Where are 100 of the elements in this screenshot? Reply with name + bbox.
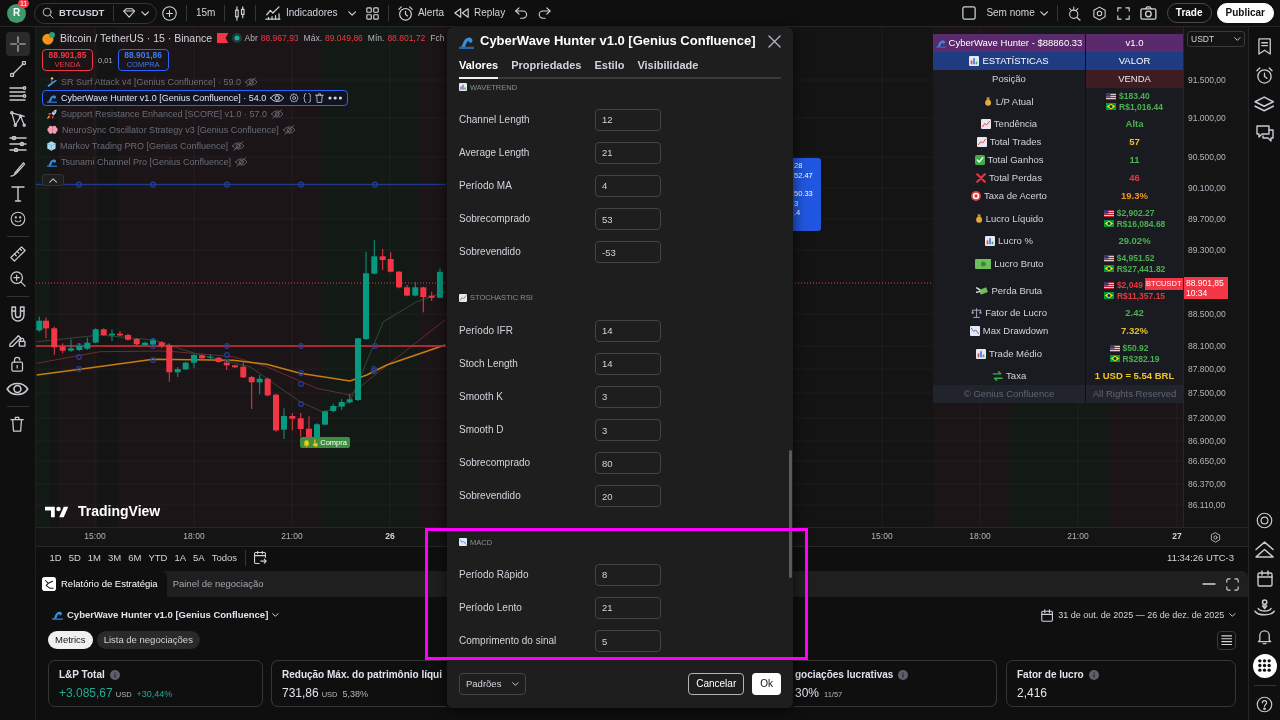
broadcast-icon[interactable] [1253, 599, 1276, 616]
replay-button[interactable]: Replay [449, 2, 511, 24]
rewind-icon[interactable] [454, 8, 470, 18]
caret-icon[interactable] [512, 682, 519, 686]
quick-search-icon[interactable] [1067, 5, 1083, 21]
price-label: 86.900,00 [1188, 435, 1226, 447]
settings-icon[interactable] [1092, 5, 1108, 21]
lock-icon[interactable] [11, 355, 24, 372]
text-tool-icon[interactable] [10, 185, 25, 202]
calendar-icon[interactable] [1041, 608, 1054, 622]
undo-icon[interactable] [515, 7, 528, 19]
price-label: 90.100,00 [1188, 182, 1226, 194]
price-label: 86.650,00 [1188, 455, 1226, 467]
date-range-select[interactable]: 31 de out. de 2025 — 26 de dez. de 2025 [1041, 608, 1236, 622]
maximize-icon[interactable] [1226, 577, 1239, 591]
range-button[interactable]: 6M [124, 549, 145, 567]
price-label: 89.700,00 [1188, 213, 1226, 225]
chart-down-icon [459, 538, 467, 547]
chat-icon[interactable] [1255, 125, 1274, 142]
info-icon[interactable] [898, 670, 909, 680]
alert-button[interactable]: Alerta [392, 2, 450, 24]
interval-button[interactable]: 15m [191, 2, 221, 24]
time-label: 15:00 [84, 531, 106, 542]
metric-title: L&P Total [59, 669, 105, 681]
stacked-triangles-icon[interactable] [1254, 541, 1275, 558]
ring-icon[interactable] [1256, 512, 1273, 529]
symbol-search-button[interactable]: BTCUSDT [37, 3, 110, 23]
layers-icon[interactable] [1254, 96, 1275, 113]
trash-icon[interactable] [10, 415, 25, 432]
countdown: 10:34 [1186, 288, 1209, 298]
calendar-arrow-icon[interactable] [253, 551, 268, 565]
minimize-icon[interactable] [1202, 582, 1216, 586]
camera-icon[interactable] [1140, 6, 1157, 20]
strategy-report-icon[interactable] [42, 577, 56, 591]
metric-value: +3.085,67 [59, 686, 113, 701]
watchlist-icon[interactable] [1257, 38, 1272, 55]
panel-tab[interactable]: Painel de negociação [166, 571, 273, 597]
range-button[interactable]: Todos [208, 549, 241, 567]
list-view-button[interactable] [1217, 630, 1236, 650]
alarm-clock-icon[interactable] [397, 5, 413, 21]
metric-title: Redução Máx. do patrimônio líqui [282, 669, 442, 681]
info-icon[interactable] [1088, 670, 1099, 680]
plus-circle-icon[interactable] [162, 5, 177, 21]
caret-icon[interactable] [347, 10, 356, 16]
caret-icon[interactable] [1039, 10, 1049, 16]
price-label: 91.000,00 [1188, 112, 1226, 124]
time-label: 18:00 [183, 531, 205, 542]
number-field[interactable]: 21 [595, 596, 661, 619]
trade-button[interactable]: Trade [1166, 3, 1212, 23]
calendar-icon[interactable] [1256, 570, 1273, 587]
redo-icon[interactable] [538, 7, 551, 19]
view-tab[interactable]: Lista de negociações [96, 631, 200, 649]
range-button[interactable]: 5A [189, 549, 209, 567]
grid-icon[interactable] [365, 6, 379, 20]
caret-icon[interactable] [1234, 37, 1241, 41]
currency-select[interactable]: USDT [1187, 31, 1245, 47]
indicators-button[interactable]: Indicadores [260, 2, 343, 24]
field-label: Período Lento [459, 601, 523, 614]
time-label: 26 [385, 531, 395, 542]
gem-icon[interactable] [123, 8, 136, 18]
metric-title: gociações lucrativas [795, 669, 894, 681]
side-panel-button[interactable] [1252, 653, 1277, 678]
alarm-clock-icon[interactable] [1256, 67, 1273, 84]
bell-icon[interactable] [1256, 628, 1273, 645]
panel-tab[interactable]: Relatório de Estratégia [36, 571, 167, 597]
list-icon[interactable] [1220, 635, 1233, 645]
search-icon[interactable] [42, 7, 54, 19]
candles-icon[interactable] [234, 5, 247, 21]
caret-icon[interactable] [272, 613, 279, 617]
range-button[interactable]: 5D [65, 549, 85, 567]
square-icon[interactable] [962, 6, 977, 20]
fullscreen-icon[interactable] [1117, 6, 1131, 20]
strategy-select[interactable]: CyberWave Hunter v1.0 [Genius Confluence] [48, 609, 283, 621]
publish-button[interactable]: Publicar [1216, 3, 1274, 23]
price-label: 87.500,00 [1188, 387, 1226, 399]
range-button[interactable]: YTD [144, 549, 171, 567]
time-label: 15:00 [871, 531, 893, 542]
chart-line-icon[interactable] [265, 6, 281, 20]
range-button[interactable]: 3M [104, 549, 125, 567]
time-label: 27 [1172, 531, 1182, 542]
caret-icon[interactable] [1229, 613, 1236, 617]
magnet-icon[interactable] [10, 305, 25, 322]
wave-icon[interactable] [52, 609, 63, 621]
dots-grid-icon[interactable] [1258, 659, 1271, 672]
metric-change: 5,38% [342, 689, 369, 700]
cancel-button[interactable]: Cancelar [688, 673, 745, 695]
help-icon[interactable] [1256, 696, 1273, 713]
number-field[interactable]: 8 [595, 563, 661, 586]
range-button[interactable]: 1D [46, 549, 66, 567]
range-button[interactable]: 1M [84, 549, 105, 567]
info-icon[interactable] [109, 670, 120, 680]
layout-name-button[interactable]: Sem nome [981, 2, 1054, 24]
defaults-select[interactable]: Padrões [459, 673, 526, 695]
caret-icon[interactable] [140, 10, 149, 16]
range-button[interactable]: 1A [170, 549, 190, 567]
view-tab[interactable]: Metrics [48, 631, 93, 649]
number-field[interactable]: 5 [595, 630, 661, 653]
price-label: 89.300,00 [1188, 244, 1226, 256]
ok-button[interactable]: Ok [752, 673, 781, 695]
metric-value: 30% [795, 686, 820, 701]
